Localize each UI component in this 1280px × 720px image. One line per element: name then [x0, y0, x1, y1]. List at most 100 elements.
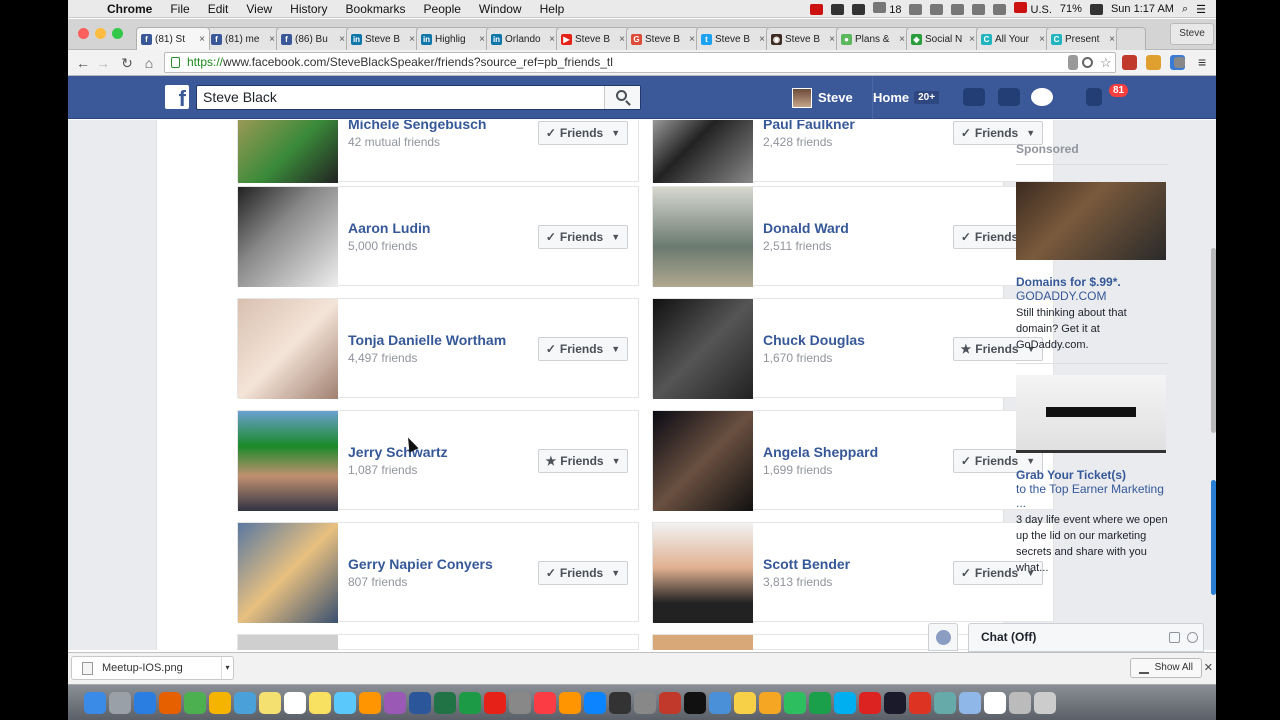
sketch-dock-icon[interactable]: [759, 691, 781, 714]
system-info-dock-icon[interactable]: [509, 691, 531, 714]
back-icon[interactable]: ←: [74, 54, 92, 72]
tab-close-icon[interactable]: ×: [199, 34, 205, 45]
lock-icon[interactable]: [171, 57, 180, 68]
friend-photo[interactable]: [238, 411, 338, 511]
tab-close-icon[interactable]: ×: [759, 34, 765, 45]
friend-name-link[interactable]: Angela Sheppard: [763, 444, 878, 460]
friends-button[interactable]: ✓Friends ▼: [538, 121, 628, 145]
friend-photo[interactable]: [238, 299, 338, 399]
notes-dock-icon[interactable]: [259, 691, 281, 714]
chrome-dock-icon[interactable]: [184, 691, 206, 714]
friends-button[interactable]: ✓Friends ▼: [538, 337, 628, 361]
friend-photo[interactable]: [238, 635, 338, 650]
browser-tab[interactable]: f (86) Bu ×: [276, 27, 350, 50]
spotlight-icon[interactable]: ⌕: [1182, 3, 1188, 16]
menu-edit[interactable]: Edit: [199, 0, 238, 18]
menu-file[interactable]: File: [161, 0, 198, 18]
tab-close-icon[interactable]: ×: [619, 34, 625, 45]
tab-close-icon[interactable]: ×: [899, 34, 905, 45]
friend-name-link[interactable]: Donald Ward: [763, 220, 849, 236]
friend-photo[interactable]: [653, 187, 753, 287]
link-icon[interactable]: [930, 3, 944, 15]
tab-close-icon[interactable]: ×: [549, 34, 555, 45]
safari-dock-icon[interactable]: [134, 691, 156, 714]
app-store-dock-icon[interactable]: [584, 691, 606, 714]
friend-photo[interactable]: [653, 411, 753, 511]
friend-requests-icon[interactable]: [963, 88, 985, 106]
menu-app[interactable]: Chrome: [98, 0, 161, 18]
adobe-count[interactable]: 18: [873, 2, 901, 16]
facebook-logo-icon[interactable]: f: [165, 85, 189, 109]
eye-icon[interactable]: [951, 3, 965, 15]
friends-button[interactable]: ✓Friends ▼: [538, 561, 628, 585]
app-status-icon[interactable]: [810, 3, 824, 15]
battery-percent[interactable]: 71%: [1060, 3, 1082, 15]
page-scrollbar[interactable]: [1211, 248, 1216, 433]
notes-app-dock-icon[interactable]: [734, 691, 756, 714]
menu-help[interactable]: Help: [531, 0, 574, 18]
chat-tab[interactable]: Chat (Off): [968, 623, 1204, 652]
friend-photo[interactable]: [238, 120, 338, 183]
chrome-menu-icon[interactable]: ≡: [1198, 55, 1213, 70]
friend-photo[interactable]: [653, 635, 753, 650]
browser-tab[interactable]: G Steve B ×: [626, 27, 700, 50]
menu-people[interactable]: People: [415, 0, 470, 18]
omnifocus-dock-icon[interactable]: [384, 691, 406, 714]
wifi-icon[interactable]: [993, 3, 1007, 15]
download-item[interactable]: Meetup-IOS.png ▾: [71, 656, 234, 680]
tab-close-icon[interactable]: ×: [689, 34, 695, 45]
ad-source[interactable]: to the Top Earner Marketing ...: [1016, 482, 1168, 510]
friend-photo[interactable]: [653, 299, 753, 399]
extension-yellow-icon[interactable]: [1146, 55, 1161, 70]
acrobat-dock-icon[interactable]: [909, 691, 931, 714]
home-link[interactable]: Home 20+: [872, 76, 940, 119]
friend-name-link[interactable]: Paul Faulkner: [763, 120, 855, 132]
console-dock-icon[interactable]: [609, 691, 631, 714]
friend-name-link[interactable]: Tonja Danielle Wortham: [348, 332, 506, 348]
screenflow-dock-icon[interactable]: [859, 691, 881, 714]
system-preferences-dock-icon[interactable]: [634, 691, 656, 714]
home-icon[interactable]: ⌂: [140, 54, 158, 72]
tab-close-icon[interactable]: ×: [1109, 34, 1115, 45]
ad-headline[interactable]: Grab Your Ticket(s): [1016, 468, 1168, 482]
tab-close-icon[interactable]: ×: [339, 34, 345, 45]
forward-icon[interactable]: →: [94, 54, 112, 72]
download-menu-chevron-icon[interactable]: ▾: [221, 657, 233, 679]
key-icon[interactable]: [1068, 55, 1078, 70]
browser-tab[interactable]: in Highlig ×: [416, 27, 490, 50]
zoom-window-button[interactable]: [112, 28, 123, 39]
browser-tab[interactable]: ◆ Social N ×: [906, 27, 980, 50]
clock[interactable]: Sun 1:17 AM: [1111, 3, 1174, 15]
browser-tab[interactable]: ▶ Steve B ×: [556, 27, 630, 50]
browser-tab[interactable]: f (81) St ×: [136, 27, 210, 50]
gear-icon[interactable]: [1187, 632, 1198, 643]
preview-dock-icon[interactable]: [234, 691, 256, 714]
browser-tab[interactable]: C Present ×: [1046, 27, 1120, 50]
menu-view[interactable]: View: [237, 0, 281, 18]
itunes-dock-icon[interactable]: [534, 691, 556, 714]
friend-name-link[interactable]: Aaron Ludin: [348, 220, 430, 236]
friends-button[interactable]: ★ Friends ▼: [538, 449, 628, 473]
tab-close-icon[interactable]: ×: [479, 34, 485, 45]
photo-booth-dock-icon[interactable]: [659, 691, 681, 714]
notifications-icon[interactable]: [1031, 88, 1053, 106]
quicktime-dock-icon[interactable]: [884, 691, 906, 714]
friends-button[interactable]: ✓Friends ▼: [538, 225, 628, 249]
ad-image-bootcamp[interactable]: [1016, 375, 1166, 453]
ad-source[interactable]: GODADDY.COM: [1016, 289, 1168, 303]
browser-tab[interactable]: in Steve B ×: [346, 27, 420, 50]
ad-headline[interactable]: Domains for $.99*.: [1016, 275, 1168, 289]
bookmark-star-icon[interactable]: ☆: [1100, 55, 1115, 70]
friend-name-link[interactable]: Chuck Douglas: [763, 332, 865, 348]
bluetooth-icon[interactable]: [972, 3, 986, 15]
google-drive-dock-icon[interactable]: [209, 691, 231, 714]
browser-tab[interactable]: f (81) me ×: [206, 27, 280, 50]
close-shelf-icon[interactable]: ✕: [1204, 661, 1213, 674]
friend-name-link[interactable]: Michele Sengebusch: [348, 120, 486, 132]
menu-bookmarks[interactable]: Bookmarks: [337, 0, 415, 18]
friend-photo[interactable]: [653, 523, 753, 623]
tab-close-icon[interactable]: ×: [969, 34, 975, 45]
messages-icon[interactable]: [998, 88, 1020, 106]
friend-photo[interactable]: [238, 187, 338, 287]
privacy-lock-icon[interactable]: [1086, 88, 1102, 106]
